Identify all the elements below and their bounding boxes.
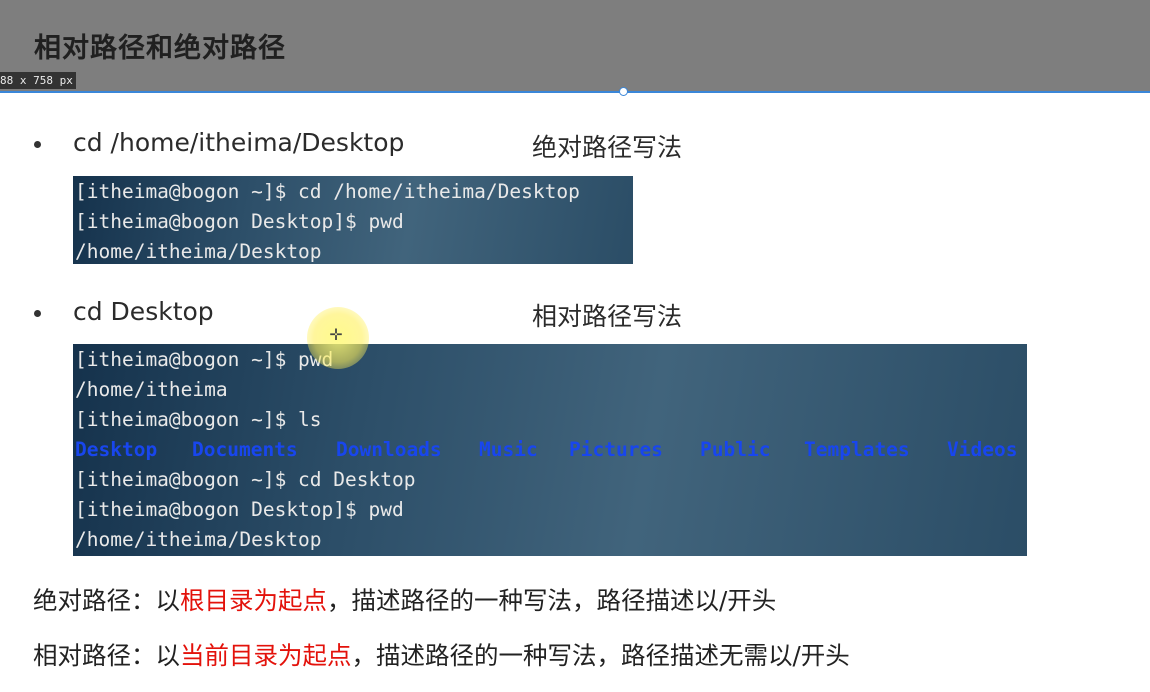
definition-suffix: ，描述路径的一种写法，路径描述无需以/开头 xyxy=(351,641,850,670)
slide-header: 相对路径和绝对路径 88 x 758 px xyxy=(0,0,1150,96)
bullet-command: cd /home/itheima/Desktop xyxy=(73,128,405,157)
terminal-line: /home/itheima/Desktop xyxy=(75,240,322,263)
directory-entry: Public xyxy=(700,438,771,461)
bullet-dot xyxy=(34,141,41,148)
ls-output: Desktop Documents Downloads Music Pictur… xyxy=(75,435,1027,465)
crosshair-cursor-icon: ✛ xyxy=(329,325,343,344)
definition-relative: 相对路径：以当前目录为起点，描述路径的一种写法，路径描述无需以/开头 xyxy=(33,637,850,672)
bullet-absolute: cd /home/itheima/Desktop 绝对路径写法 xyxy=(0,128,1150,162)
bullet-command: cd Desktop xyxy=(73,297,214,326)
terminal-line: [itheima@bogon Desktop]$ pwd xyxy=(75,498,404,521)
directory-entry: Pictures xyxy=(569,438,663,461)
terminal-absolute: [itheima@bogon ~]$ cd /home/itheima/Desk… xyxy=(73,176,633,264)
directory-entry: Documents xyxy=(192,438,298,461)
definition-prefix: 相对路径：以 xyxy=(33,641,180,670)
bullet-description: 相对路径写法 xyxy=(532,302,683,331)
definition-suffix: ，描述路径的一种写法，路径描述以/开头 xyxy=(327,586,777,615)
terminal-line: [itheima@bogon Desktop]$ pwd xyxy=(75,210,404,233)
directory-entry: Desktop xyxy=(75,438,158,461)
terminal-relative: [itheima@bogon ~]$ pwd /home/itheima [it… xyxy=(73,344,1027,556)
bullet-dot xyxy=(34,310,41,317)
terminal-line: [itheima@bogon ~]$ ls xyxy=(75,408,322,431)
definition-absolute: 绝对路径：以根目录为起点，描述路径的一种写法，路径描述以/开头 xyxy=(33,582,776,617)
directory-entry: Templates xyxy=(804,438,910,461)
terminal-line: [itheima@bogon ~]$ cd Desktop xyxy=(75,468,416,491)
bullet-relative: cd Desktop 相对路径写法 xyxy=(0,297,1150,331)
definition-highlight: 当前目录为起点 xyxy=(180,641,352,670)
definition-prefix: 绝对路径：以 xyxy=(33,586,180,615)
definition-highlight: 根目录为起点 xyxy=(180,586,327,615)
selection-line xyxy=(0,91,1150,93)
directory-entry: Music xyxy=(479,438,538,461)
terminal-line: [itheima@bogon ~]$ pwd xyxy=(75,348,334,371)
terminal-line: [itheima@bogon ~]$ cd /home/itheima/Desk… xyxy=(75,180,580,203)
page-title: 相对路径和绝对路径 xyxy=(34,33,286,64)
terminal-line: /home/itheima xyxy=(75,378,228,401)
directory-entry: Videos xyxy=(947,438,1018,461)
bullet-description: 绝对路径写法 xyxy=(532,133,683,162)
terminal-line: /home/itheima/Desktop xyxy=(75,528,322,551)
directory-entry: Downloads xyxy=(336,438,442,461)
dimension-label: 88 x 758 px xyxy=(0,72,76,89)
resize-handle[interactable] xyxy=(619,87,628,96)
